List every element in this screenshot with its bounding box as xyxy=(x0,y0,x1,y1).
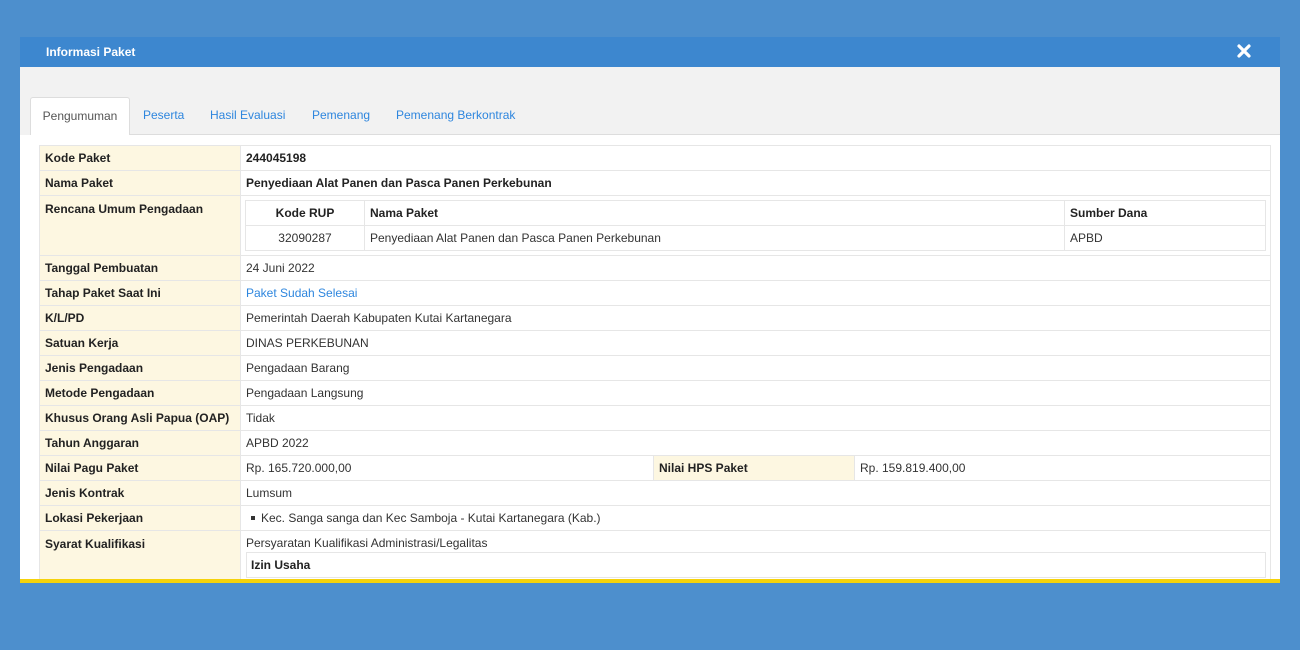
tab-peserta[interactable]: Peserta xyxy=(143,97,184,135)
klpd-value: Pemerintah Daerah Kabupaten Kutai Kartan… xyxy=(240,305,1271,331)
modal-header: Informasi Paket xyxy=(20,37,1280,67)
tab-pengumuman[interactable]: Pengumuman xyxy=(30,97,130,136)
rup-nama: Penyediaan Alat Panen dan Pasca Panen Pe… xyxy=(364,225,1065,251)
syarat-label: Syarat Kualifikasi xyxy=(39,530,241,579)
metode-label: Metode Pengadaan xyxy=(39,380,241,406)
tahap-label: Tahap Paket Saat Ini xyxy=(39,280,241,306)
izin-usaha-heading: Izin Usaha xyxy=(246,552,1266,578)
rup-col-kode: Kode RUP xyxy=(245,200,365,226)
modal-body: Pengumuman Peserta Hasil Evaluasi Pemena… xyxy=(20,67,1280,579)
table-row: Jenis Pengadaan Pengadaan Barang xyxy=(39,355,1271,381)
rup-cell: Kode RUP Nama Paket Sumber Dana 32090287… xyxy=(240,195,1271,256)
table-row: Nama Paket Penyediaan Alat Panen dan Pas… xyxy=(39,170,1271,196)
pagu-value: Rp. 165.720.000,00 xyxy=(240,455,654,481)
nama-paket-value: Penyediaan Alat Panen dan Pasca Panen Pe… xyxy=(240,170,1271,196)
tab-pemenang[interactable]: Pemenang xyxy=(312,97,370,135)
metode-value: Pengadaan Langsung xyxy=(240,380,1271,406)
tahun-value: APBD 2022 xyxy=(240,430,1271,456)
table-row: Kode Paket 244045198 xyxy=(39,145,1271,171)
jenis-pengadaan-label: Jenis Pengadaan xyxy=(39,355,241,381)
table-row: Metode Pengadaan Pengadaan Langsung xyxy=(39,380,1271,406)
klpd-label: K/L/PD xyxy=(39,305,241,331)
tab-pemenang-berkontrak[interactable]: Pemenang Berkontrak xyxy=(396,97,515,135)
table-row: Tanggal Pembuatan 24 Juni 2022 xyxy=(39,255,1271,281)
tab-bar: Pengumuman Peserta Hasil Evaluasi Pemena… xyxy=(30,97,1280,136)
tahap-link[interactable]: Paket Sudah Selesai xyxy=(246,286,357,300)
table-row: Tahun Anggaran APBD 2022 xyxy=(39,430,1271,456)
table-row: Satuan Kerja DINAS PERKEBUNAN xyxy=(39,330,1271,356)
tab-hasil-evaluasi[interactable]: Hasil Evaluasi xyxy=(210,97,285,135)
tahun-label: Tahun Anggaran xyxy=(39,430,241,456)
table-row: Rencana Umum Pengadaan Kode RUP Nama Pak… xyxy=(39,195,1271,256)
tanggal-value: 24 Juni 2022 xyxy=(240,255,1271,281)
tanggal-label: Tanggal Pembuatan xyxy=(39,255,241,281)
rup-kode: 32090287 xyxy=(245,225,365,251)
rup-col-sumber: Sumber Dana xyxy=(1064,200,1266,226)
syarat-cell: Persyaratan Kualifikasi Administrasi/Leg… xyxy=(240,530,1271,579)
table-row: Nilai Pagu Paket Rp. 165.720.000,00 Nila… xyxy=(39,455,1271,481)
satker-label: Satuan Kerja xyxy=(39,330,241,356)
rup-sumber: APBD xyxy=(1064,225,1266,251)
pagu-label: Nilai Pagu Paket xyxy=(39,455,241,481)
oap-label: Khusus Orang Asli Papua (OAP) xyxy=(39,405,241,431)
satker-value: DINAS PERKEBUNAN xyxy=(240,330,1271,356)
kode-paket-value: 244045198 xyxy=(240,145,1271,171)
table-row: Tahap Paket Saat Ini Paket Sudah Selesai xyxy=(39,280,1271,306)
hps-label: Nilai HPS Paket xyxy=(653,455,855,481)
oap-value: Tidak xyxy=(240,405,1271,431)
tahap-cell: Paket Sudah Selesai xyxy=(240,280,1271,306)
table-row: Syarat Kualifikasi Persyaratan Kualifika… xyxy=(39,530,1271,579)
lokasi-cell: Kec. Sanga sanga dan Kec Samboja - Kutai… xyxy=(240,505,1271,531)
lokasi-label: Lokasi Pekerjaan xyxy=(39,505,241,531)
table-row: Jenis Kontrak Lumsum xyxy=(39,480,1271,506)
tab-content: Kode Paket 244045198 Nama Paket Penyedia… xyxy=(20,135,1280,579)
hps-value: Rp. 159.819.400,00 xyxy=(854,455,1271,481)
jenis-pengadaan-value: Pengadaan Barang xyxy=(240,355,1271,381)
lokasi-value: Kec. Sanga sanga dan Kec Samboja - Kutai… xyxy=(261,511,601,525)
rup-row: 32090287 Penyediaan Alat Panen dan Pasca… xyxy=(245,225,1266,251)
close-icon[interactable] xyxy=(1235,42,1253,60)
syarat-heading: Persyaratan Kualifikasi Administrasi/Leg… xyxy=(246,536,488,550)
kontrak-value: Lumsum xyxy=(240,480,1271,506)
kode-paket-label: Kode Paket xyxy=(39,145,241,171)
nama-paket-label: Nama Paket xyxy=(39,170,241,196)
modal-title: Informasi Paket xyxy=(46,45,136,59)
rup-label: Rencana Umum Pengadaan xyxy=(39,195,241,256)
rup-header-row: Kode RUP Nama Paket Sumber Dana xyxy=(245,200,1266,226)
info-paket-modal: Informasi Paket Pengumuman Peserta Hasil… xyxy=(20,37,1280,583)
table-row: Khusus Orang Asli Papua (OAP) Tidak xyxy=(39,405,1271,431)
table-row: K/L/PD Pemerintah Daerah Kabupaten Kutai… xyxy=(39,305,1271,331)
rup-table: Kode RUP Nama Paket Sumber Dana 32090287… xyxy=(245,200,1266,251)
bullet-icon xyxy=(251,515,255,520)
table-row: Lokasi Pekerjaan Kec. Sanga sanga dan Ke… xyxy=(39,505,1271,531)
kontrak-label: Jenis Kontrak xyxy=(39,480,241,506)
rup-col-nama: Nama Paket xyxy=(364,200,1065,226)
info-table: Kode Paket 244045198 Nama Paket Penyedia… xyxy=(39,145,1271,579)
